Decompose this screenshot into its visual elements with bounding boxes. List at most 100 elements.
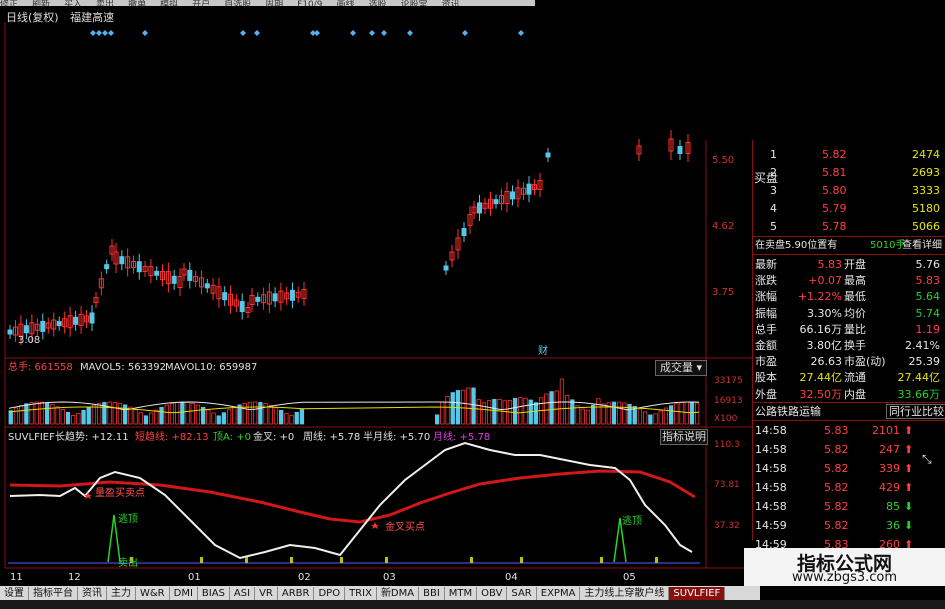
- tab-6[interactable]: BIAS: [198, 587, 230, 600]
- volume-bar: [206, 409, 211, 425]
- volume-bar: [91, 404, 97, 425]
- tab-2[interactable]: 资讯: [78, 587, 107, 600]
- volume-bar: [679, 402, 684, 425]
- volume-bar: [148, 412, 154, 425]
- tab-8[interactable]: VR: [255, 587, 278, 600]
- tab-9[interactable]: ARBR: [278, 587, 315, 600]
- volume-bar: [273, 407, 279, 425]
- candle-body: [136, 261, 142, 273]
- signal-tick: [520, 557, 523, 563]
- candle-body: [493, 199, 499, 205]
- tab-19[interactable]: SUVLFIEF: [669, 587, 726, 600]
- volume-bar: [8, 410, 13, 425]
- tab-17[interactable]: EXPMA: [537, 587, 581, 600]
- level-volume: 2474: [912, 148, 940, 161]
- tick-time: 14:58: [755, 462, 787, 475]
- order-note-link[interactable]: 查看详细: [902, 237, 942, 254]
- volume-bar: [533, 402, 539, 425]
- volume-bar: [294, 412, 299, 425]
- order-book-row[interactable]: 3 5.80 3333: [752, 182, 942, 199]
- volume-bar: [247, 401, 253, 425]
- tab-13[interactable]: BBI: [419, 587, 445, 600]
- volume-bar: [39, 401, 45, 425]
- volume-bar: [76, 412, 81, 425]
- tab-4[interactable]: W&R: [136, 587, 170, 600]
- volume-bar: [643, 411, 648, 425]
- signal-diamond-icon: [350, 30, 356, 36]
- mavol10-label: MAVOL10: 659987: [165, 362, 257, 373]
- volume-bar: [154, 409, 159, 425]
- quote-label-2: 换手: [844, 339, 866, 352]
- signal-diamonds: [90, 30, 524, 36]
- volume-bar: [195, 404, 201, 425]
- level-number: 5: [770, 220, 777, 233]
- signal-tick: [245, 557, 248, 563]
- volume-bar: [585, 409, 591, 425]
- volume-bar: [497, 398, 502, 425]
- volume-bar: [289, 415, 294, 425]
- status-bar: [0, 600, 945, 609]
- sell-annotation: 卖出: [118, 556, 138, 569]
- financial-marker: 财: [538, 344, 548, 357]
- volume-bar: [674, 403, 679, 425]
- up-arrow-icon: ⬆: [904, 462, 914, 475]
- order-book-row[interactable]: 5 5.78 5066: [752, 218, 942, 235]
- quote-value-2: 5.83: [915, 274, 941, 288]
- quote-label-2: 市盈(动): [844, 355, 886, 369]
- up-arrow-icon: ⬆: [904, 481, 914, 494]
- order-book-row[interactable]: 1 5.82 2474: [752, 146, 942, 163]
- quote-value: 26.63: [810, 355, 843, 369]
- tab-16[interactable]: SAR: [507, 587, 537, 600]
- industry-compare-button[interactable]: 同行业比较: [886, 404, 945, 419]
- quote-row: 总手 66.16万 量比 1.19: [752, 321, 942, 338]
- quote-value: 66.16万: [799, 322, 843, 336]
- volume-bar: [13, 407, 19, 425]
- volume-bar: [45, 402, 50, 425]
- volume-bar: [554, 390, 559, 425]
- tab-5[interactable]: DMI: [170, 587, 198, 600]
- tab-15[interactable]: OBV: [477, 587, 508, 600]
- volume-bar: [226, 409, 232, 425]
- tab-18[interactable]: 主力线上穿散户线: [580, 587, 670, 600]
- volume-dropdown[interactable]: 成交量 ▾: [655, 360, 707, 376]
- quote-label: 涨跌: [755, 274, 777, 288]
- quote-label: 股本: [755, 371, 777, 385]
- tab-0[interactable]: 设置: [0, 587, 29, 600]
- tab-3[interactable]: 主力: [107, 587, 136, 600]
- volume-bar: [653, 413, 658, 425]
- signal-diamond-icon: [369, 30, 375, 36]
- tab-14[interactable]: MTM: [445, 587, 478, 600]
- indicator-help-button[interactable]: 指标说明: [660, 429, 708, 445]
- volume-bar: [65, 411, 71, 425]
- volume-bar: [523, 397, 528, 425]
- quote-value: 32.50万: [799, 387, 843, 401]
- up-arrow-icon: ⬆: [904, 424, 914, 437]
- level-price: 5.81: [822, 166, 847, 179]
- expand-arrow-icon[interactable]: ⤡: [922, 452, 932, 467]
- candle-body: [204, 283, 210, 289]
- order-book-row[interactable]: 2 5.81 2693: [752, 164, 942, 181]
- order-book-row[interactable]: 4 5.79 5180: [752, 200, 942, 217]
- tab-1[interactable]: 指标平台: [29, 587, 78, 600]
- candle-body: [187, 269, 193, 281]
- quote-label: 振幅: [755, 306, 777, 320]
- candle-body: [545, 152, 551, 158]
- tab-12[interactable]: 新DMA: [377, 587, 420, 600]
- candle-body: [526, 183, 532, 195]
- tab-11[interactable]: TRIX: [345, 587, 377, 600]
- escape-top-annotation-1: 逃顶: [118, 512, 138, 525]
- price-tick-1: 5.50: [712, 155, 734, 166]
- tab-7[interactable]: ASI: [230, 587, 256, 600]
- halfmonth-line-label: 半月线: +5.70: [363, 430, 430, 443]
- volume-bar: [596, 398, 601, 425]
- tab-10[interactable]: DPO: [314, 587, 346, 600]
- quote-label-2: 最低: [844, 290, 866, 304]
- quote-value-2: 25.39: [908, 355, 941, 369]
- volume-bar: [669, 405, 674, 425]
- tick-row: 14:58 5.82 247 ⬆: [752, 441, 942, 458]
- volume-bar: [18, 405, 24, 425]
- volume-bar: [81, 409, 86, 425]
- chart-area[interactable]: 5.50 4.62 3.75 3.08 财 总手: 661558 MAVOL5:…: [0, 0, 752, 586]
- volume-bar: [164, 404, 169, 425]
- volume-bar: [185, 401, 190, 425]
